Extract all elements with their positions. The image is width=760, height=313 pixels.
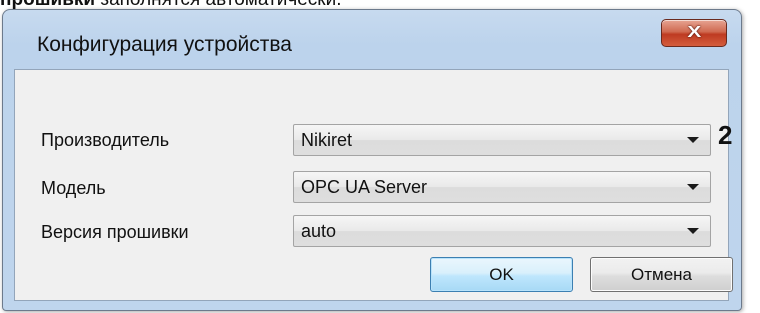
firmware-select[interactable]: auto xyxy=(293,215,711,247)
cancel-button[interactable]: Отмена xyxy=(590,257,733,292)
device-config-dialog: Конфигурация устройства X Производитель … xyxy=(2,9,742,311)
manufacturer-label: Производитель xyxy=(41,130,170,150)
model-value: OPC UA Server xyxy=(301,177,428,197)
chevron-down-icon xyxy=(687,228,699,234)
model-select[interactable]: OPC UA Server xyxy=(293,171,711,203)
firmware-label: Версия прошивки xyxy=(41,222,189,242)
callout-marker: 2 xyxy=(718,120,733,150)
chevron-down-icon xyxy=(687,137,699,143)
close-button[interactable]: X xyxy=(661,19,727,47)
manufacturer-value: Nikiret xyxy=(301,130,353,150)
firmware-value: auto xyxy=(301,221,337,241)
model-label: Модель xyxy=(41,178,106,198)
chevron-down-icon xyxy=(687,184,699,190)
dialog-client-area: Производитель Nikiret 2 Модель OPC UA Se… xyxy=(14,69,733,301)
close-icon: X xyxy=(687,24,701,41)
manufacturer-select[interactable]: Nikiret xyxy=(293,124,711,156)
ok-button[interactable]: OK xyxy=(430,257,573,292)
dialog-title: Конфигурация устройства xyxy=(37,33,292,56)
